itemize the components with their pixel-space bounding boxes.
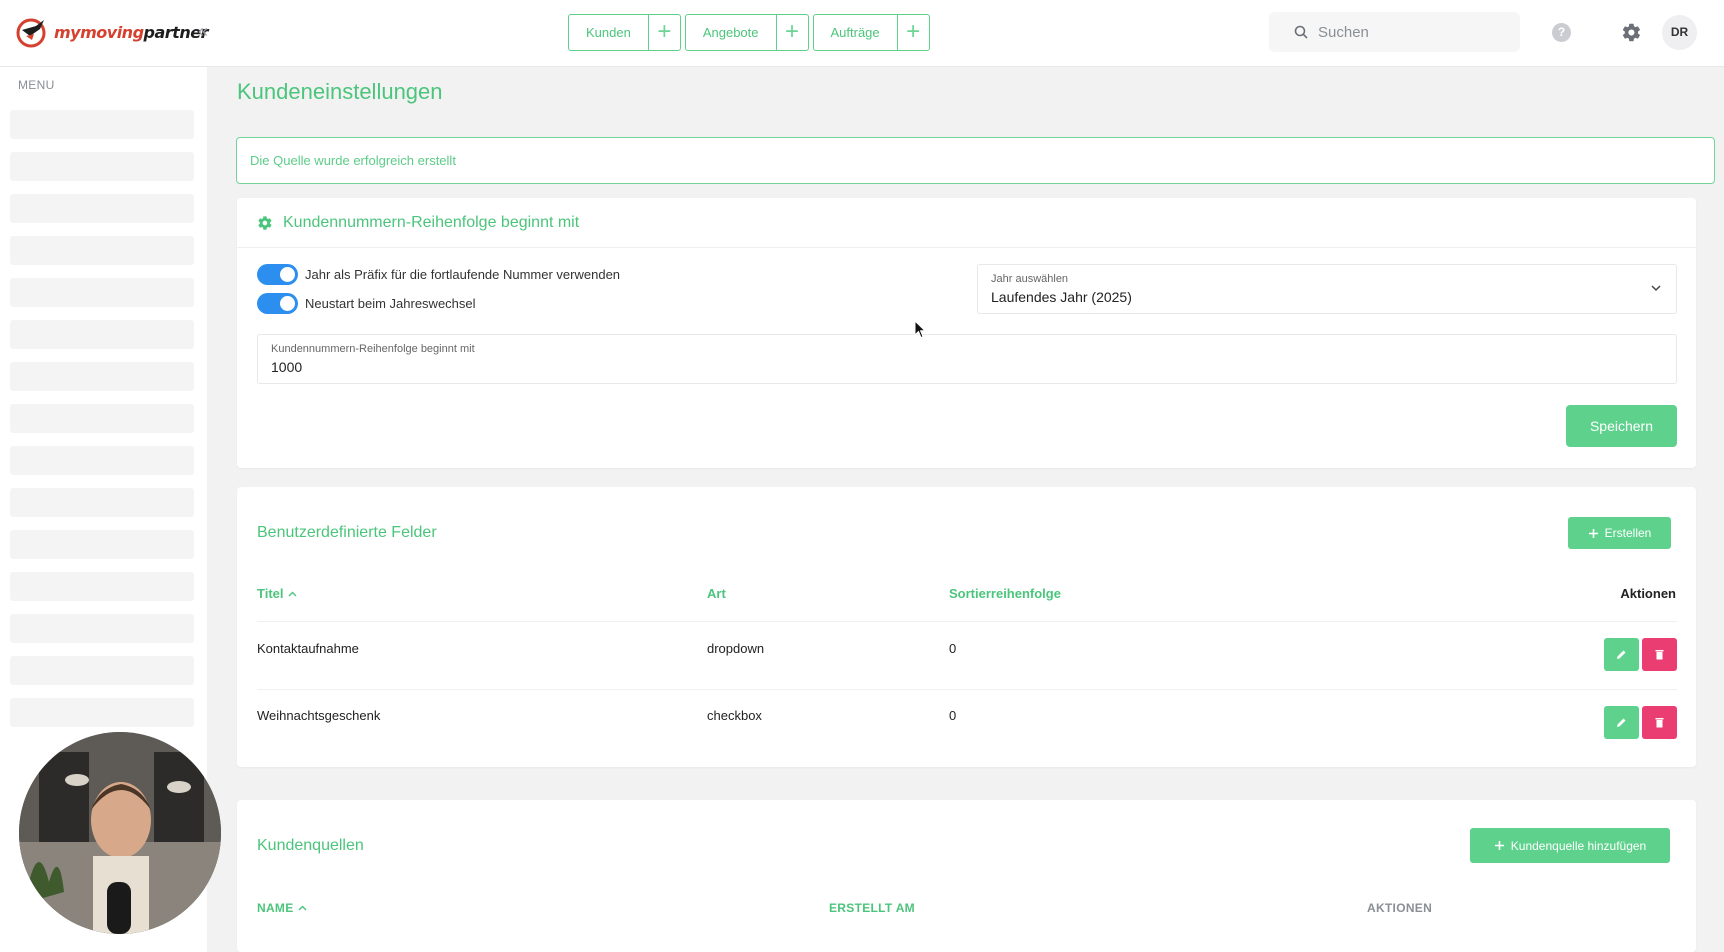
year-select-label: Jahr auswählen <box>991 273 1069 285</box>
custom-fields-card: Benutzerdefinierte Felder Erstellen Tite… <box>237 487 1696 767</box>
gear-icon <box>258 215 272 230</box>
sidebar-item-placeholder[interactable] <box>10 236 194 265</box>
column-header-title[interactable]: Titel <box>257 586 297 601</box>
sidebar-item-placeholder[interactable] <box>10 530 194 559</box>
column-header-created[interactable]: ERSTELLT AM <box>829 901 915 915</box>
menu-label: MENU <box>18 78 55 92</box>
column-header-name[interactable]: NAME <box>257 901 307 915</box>
custom-fields-title: Benutzerdefinierte Felder <box>257 524 437 541</box>
add-source-label: Kundenquelle hinzufügen <box>1510 838 1647 853</box>
sidebar-item-placeholder[interactable] <box>10 278 194 307</box>
year-select[interactable]: Jahr auswählen Laufendes Jahr (2025) <box>977 264 1677 314</box>
search-placeholder: Suchen <box>1318 23 1369 41</box>
sidebar-item-placeholder[interactable] <box>10 404 194 433</box>
add-kunde-plus-icon[interactable]: + <box>649 15 680 50</box>
search-input[interactable]: Suchen <box>1269 12 1520 52</box>
search-icon <box>1294 25 1308 39</box>
collapse-sidebar-icon[interactable]: « <box>198 21 214 41</box>
field-title: Kontaktaufnahme <box>257 641 359 656</box>
sources-card: Kundenquellen Kundenquelle hinzufügen NA… <box>237 800 1696 952</box>
start-number-input[interactable]: Kundennummern-Reihenfolge beginnt mit 10… <box>257 334 1677 384</box>
column-name-label: NAME <box>257 901 294 915</box>
sidebar-item-placeholder[interactable] <box>10 488 194 517</box>
pencil-icon <box>1617 650 1626 659</box>
toggle-row-prefix: Jahr als Präfix für die fortlaufende Num… <box>257 264 620 285</box>
delete-button[interactable] <box>1642 706 1677 739</box>
sidebar-item-placeholder[interactable] <box>10 614 194 643</box>
field-type: dropdown <box>707 641 765 656</box>
sort-asc-icon <box>288 591 296 597</box>
logo[interactable]: mymovingpartner <box>16 16 208 48</box>
trash-icon <box>1655 650 1664 660</box>
sources-title: Kundenquellen <box>257 837 364 854</box>
logo-text: mymovingpartner <box>54 22 208 42</box>
page-title: Kundeneinstellungen <box>237 79 443 104</box>
webcam-overlay <box>19 732 221 934</box>
mouse-cursor-icon <box>914 320 926 339</box>
settings-gear-icon[interactable] <box>1621 22 1642 43</box>
column-header-actions: AKTIONEN <box>1367 901 1433 915</box>
column-header-order[interactable]: Sortierreihenfolge <box>949 586 1061 601</box>
delete-button[interactable] <box>1642 638 1677 671</box>
success-alert: Die Quelle wurde erfolgreich erstellt <box>236 137 1715 184</box>
tab-angebote[interactable]: Angebote <box>686 15 777 50</box>
save-button[interactable]: Speichern <box>1566 405 1677 447</box>
field-order: 0 <box>949 641 957 656</box>
sidebar-item-placeholder[interactable] <box>10 362 194 391</box>
year-restart-label: Neustart beim Jahreswechsel <box>305 296 476 311</box>
add-angebot-plus-icon[interactable]: + <box>777 15 808 50</box>
sidebar-item-placeholder[interactable] <box>10 572 194 601</box>
toggle-row-restart: Neustart beim Jahreswechsel <box>257 293 476 314</box>
start-number-value: 1000 <box>271 359 303 375</box>
chevron-down-icon <box>1651 285 1661 292</box>
sidebar-item-placeholder[interactable] <box>10 446 194 475</box>
column-title-label: Titel <box>257 586 284 601</box>
sidebar-item-placeholder[interactable] <box>10 194 194 223</box>
year-restart-toggle[interactable] <box>257 293 298 314</box>
edit-button[interactable] <box>1604 638 1639 671</box>
sidebar-item-placeholder[interactable] <box>10 152 194 181</box>
help-icon[interactable]: ? <box>1552 23 1571 42</box>
top-bar: mymovingpartner « Kunden + Angebote + Au… <box>0 0 1724 67</box>
sidebar-item-placeholder[interactable] <box>10 320 194 349</box>
field-order: 0 <box>949 708 957 723</box>
numbering-card-title: Kundennummern-Reihenfolge beginnt mit <box>283 213 580 231</box>
plus-icon <box>1494 841 1504 850</box>
year-select-value: Laufendes Jahr (2025) <box>991 289 1132 305</box>
row-divider <box>257 621 1677 622</box>
tab-group-angebote: Angebote + <box>684 14 809 51</box>
user-avatar[interactable]: DR <box>1662 15 1697 50</box>
year-prefix-label: Jahr als Präfix für die fortlaufende Num… <box>305 267 621 282</box>
field-title: Weihnachtsgeschenk <box>257 708 381 723</box>
sidebar-item-placeholder[interactable] <box>10 656 194 685</box>
webcam-image <box>19 732 221 934</box>
sidebar-item-placeholder[interactable] <box>10 110 194 139</box>
edit-button[interactable] <box>1604 706 1639 739</box>
numbering-card: Kundennummern-Reihenfolge beginnt mit Ja… <box>237 198 1696 468</box>
create-field-button[interactable]: Erstellen <box>1568 517 1671 549</box>
logo-icon <box>16 18 46 48</box>
tab-auftraege[interactable]: Aufträge <box>814 15 898 50</box>
add-source-button[interactable]: Kundenquelle hinzufügen <box>1470 828 1670 863</box>
sort-asc-icon <box>298 905 307 911</box>
tab-kunden[interactable]: Kunden <box>569 15 649 50</box>
pencil-icon <box>1617 718 1626 727</box>
add-auftrag-plus-icon[interactable]: + <box>898 15 929 50</box>
tab-group-auftraege: Aufträge + <box>812 14 930 51</box>
tab-group-kunden: Kunden + <box>568 14 681 51</box>
start-number-label: Kundennummern-Reihenfolge beginnt mit <box>271 343 475 355</box>
plus-icon <box>1588 528 1598 538</box>
quick-tabs: Kunden + Angebote + Aufträge + <box>568 14 930 51</box>
year-prefix-toggle[interactable] <box>257 264 298 285</box>
column-header-actions: Aktionen <box>1620 586 1676 601</box>
field-type: checkbox <box>707 708 762 723</box>
trash-icon <box>1655 718 1664 728</box>
create-field-label: Erstellen <box>1604 526 1652 540</box>
row-divider <box>257 689 1677 690</box>
column-header-type[interactable]: Art <box>707 586 726 601</box>
numbering-card-header: Kundennummern-Reihenfolge beginnt mit <box>237 198 1696 248</box>
sidebar-item-placeholder[interactable] <box>10 698 194 727</box>
